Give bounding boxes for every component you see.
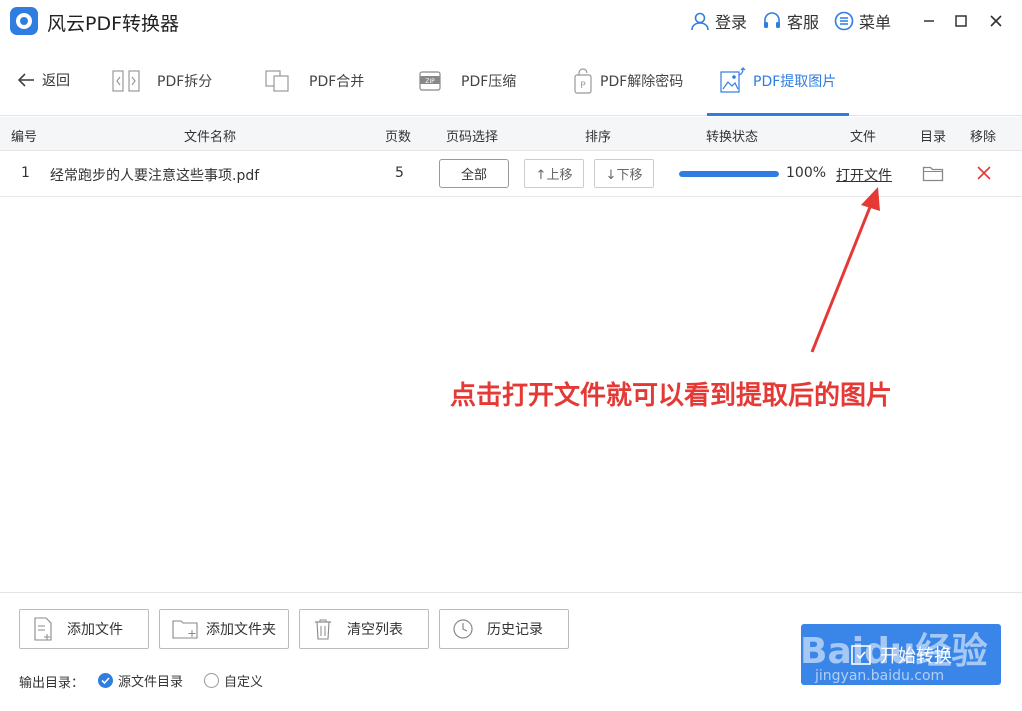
radio-unchecked-icon <box>204 673 219 688</box>
add-folder-icon <box>172 617 200 641</box>
add-folder-button[interactable]: 添加文件夹 <box>159 609 289 649</box>
radio-checked-icon <box>98 673 113 688</box>
radio-source-label: 源文件目录 <box>118 675 184 690</box>
radio-source-dir[interactable]: 源文件目录 <box>98 671 183 690</box>
add-file-button[interactable]: 添加文件 <box>19 609 149 649</box>
history-label: 历史记录 <box>487 622 543 638</box>
add-folder-label: 添加文件夹 <box>206 622 276 638</box>
divider <box>0 592 1022 593</box>
radio-custom-dir[interactable]: 自定义 <box>204 671 263 690</box>
annotation-text: 点击打开文件就可以看到提取后的图片 <box>450 381 893 411</box>
radio-custom-label: 自定义 <box>224 675 264 690</box>
start-convert-button[interactable]: 开始转换 <box>801 624 1001 685</box>
clock-icon <box>452 617 474 641</box>
output-dir-label: 输出目录： <box>19 676 85 691</box>
clear-list-label: 清空列表 <box>347 622 403 638</box>
convert-icon <box>851 644 871 665</box>
trash-icon <box>312 617 334 641</box>
add-file-label: 添加文件 <box>67 622 123 638</box>
start-convert-label: 开始转换 <box>880 645 952 667</box>
history-button[interactable]: 历史记录 <box>439 609 569 649</box>
add-file-icon <box>32 617 54 641</box>
clear-list-button[interactable]: 清空列表 <box>299 609 429 649</box>
annotation-arrow <box>810 187 880 353</box>
